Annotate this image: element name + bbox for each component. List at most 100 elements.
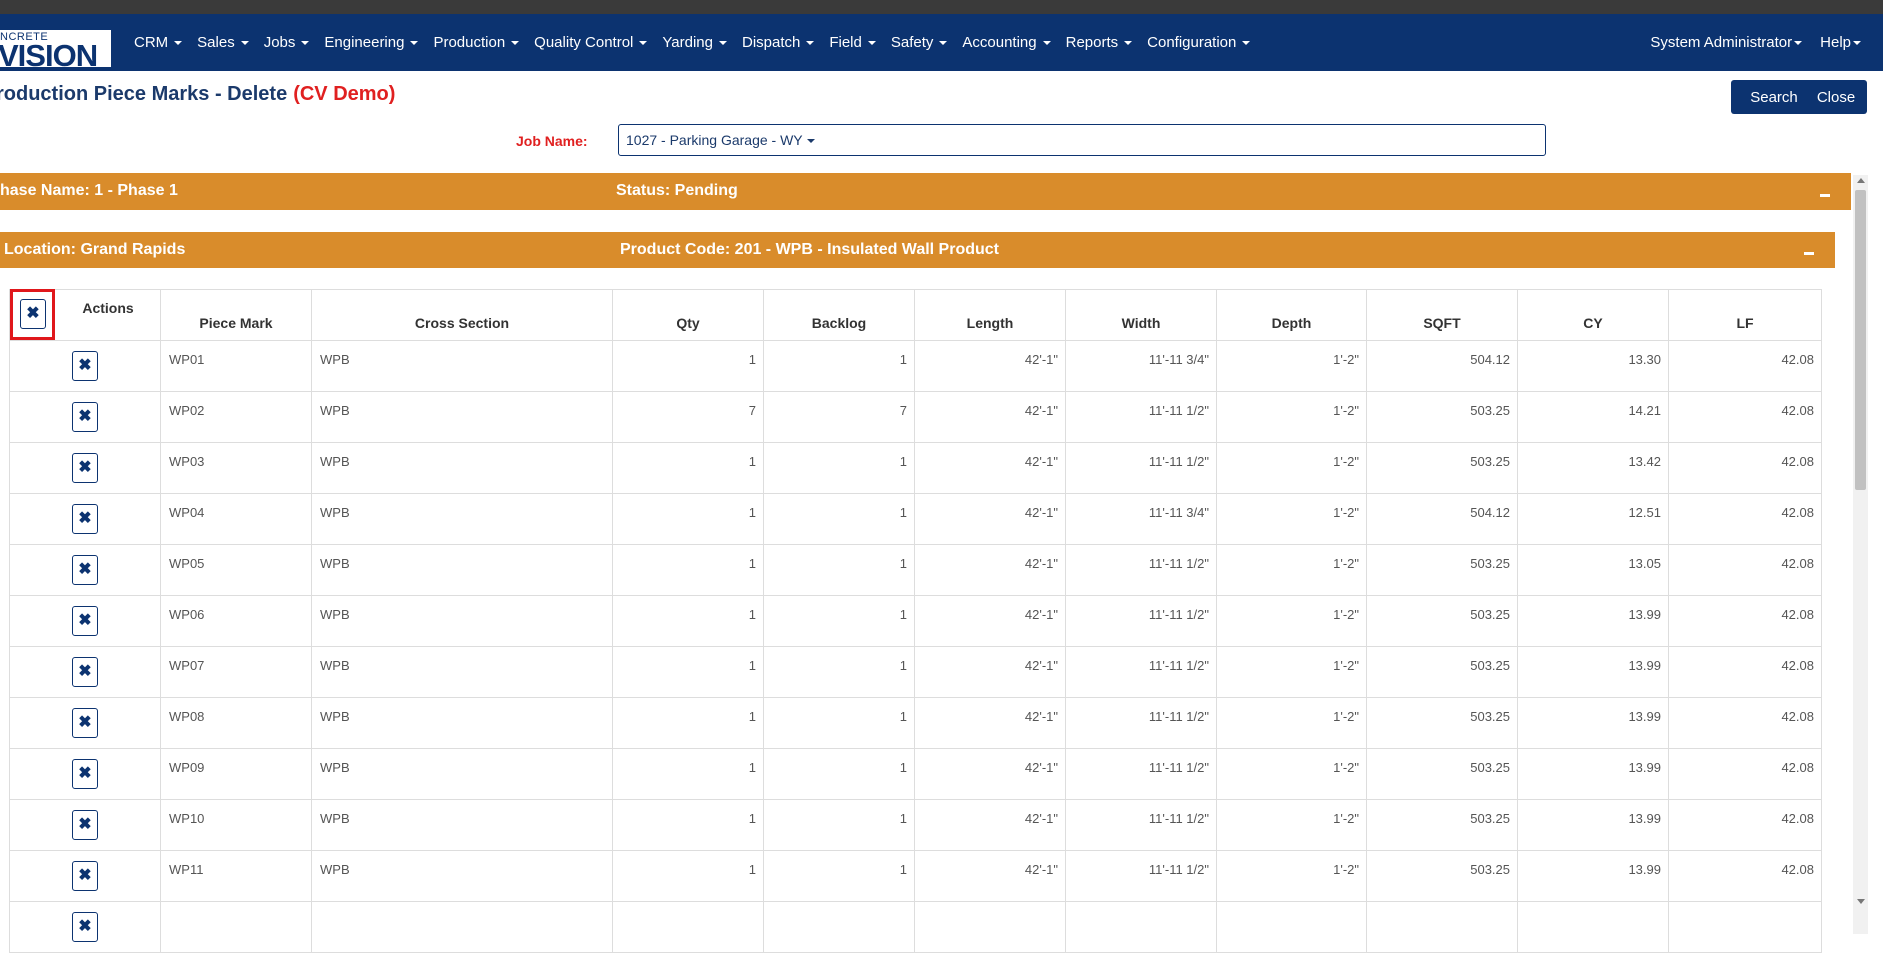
table-cell: 42.08 [1668, 493, 1822, 545]
table-cell: WP08 [160, 697, 312, 749]
table-cell: 503.25 [1366, 391, 1518, 443]
delete-row-button[interactable]: ✖ [72, 503, 98, 534]
table-cell: 1'-2" [1216, 493, 1367, 545]
delete-row-button[interactable]: ✖ [72, 554, 98, 585]
user-menu[interactable]: System Administrator [1650, 34, 1803, 51]
row-actions-cell: ✖ [9, 340, 161, 392]
location-header-bar[interactable]: Location: Grand Rapids Product Code: 201… [0, 232, 1835, 268]
concrete-vision-logo[interactable]: NCRETE VISION [0, 30, 111, 67]
table-cell: WPB [311, 595, 613, 647]
delete-all-button[interactable]: ✖ [20, 299, 46, 329]
nav-yarding[interactable]: Yarding [662, 34, 727, 51]
table-cell: 1'-2" [1216, 391, 1367, 443]
table-cell [1668, 901, 1822, 953]
table-cell: 42'-1" [914, 442, 1066, 494]
phase-header-bar[interactable]: hase Name: 1 - Phase 1 Status: Pending [0, 173, 1851, 210]
nav-engineering[interactable]: Engineering [324, 34, 419, 51]
nav-configuration[interactable]: Configuration [1147, 34, 1251, 51]
table-cell: 42'-1" [914, 799, 1066, 851]
table-cell: 1 [763, 646, 915, 698]
actions-header-label: Actions [82, 300, 134, 316]
table-cell: 1 [763, 697, 915, 749]
product-code: Product Code: 201 - WPB - Insulated Wall… [620, 241, 999, 258]
caret-down-icon [174, 41, 183, 46]
table-cell: WP09 [160, 748, 312, 800]
table-cell: 11'-11 3/4" [1065, 340, 1217, 392]
nav-jobs[interactable]: Jobs [264, 34, 310, 51]
caret-down-icon [718, 41, 727, 46]
nav-safety[interactable]: Safety [891, 34, 948, 51]
table-cell: 1 [612, 442, 764, 494]
scroll-down-arrow-icon[interactable] [1857, 899, 1865, 904]
table-cell: 1 [763, 544, 915, 596]
nav-quality-control[interactable]: Quality Control [534, 34, 648, 51]
table-cell: 13.99 [1517, 595, 1669, 647]
table-cell: 42'-1" [914, 493, 1066, 545]
caret-down-icon [511, 41, 520, 46]
table-cell: 11'-11 1/2" [1065, 646, 1217, 698]
table-row: ✖ WP02 WPB 7 7 42'-1" 11'-11 1/2" 1'-2" 503.25 14… [9, 391, 1822, 443]
table-row: ✖ WP06 WPB 1 1 42'-1" 11'-11 1/2" 1'-2" 503.25 13… [9, 595, 1822, 647]
job-name-select[interactable]: 1027 - Parking Garage - WY [618, 124, 1546, 156]
scrollbar[interactable] [1853, 175, 1868, 934]
table-cell: 42.08 [1668, 544, 1822, 596]
row-actions-cell: ✖ [9, 646, 161, 698]
table-cell [612, 901, 764, 953]
caret-down-icon [410, 41, 419, 46]
table-cell: 1 [612, 850, 764, 902]
table-cell: 13.99 [1517, 697, 1669, 749]
delete-row-button[interactable]: ✖ [72, 809, 98, 840]
table-row: ✖ WP10 WPB 1 1 42'-1" 11'-11 1/2" 1'-2" 503.25 13… [9, 799, 1822, 851]
delete-row-button[interactable]: ✖ [72, 401, 98, 432]
table-cell [1366, 901, 1518, 953]
table-cell: 503.25 [1366, 748, 1518, 800]
delete-row-button[interactable]: ✖ [72, 911, 98, 942]
table-cell: WPB [311, 442, 613, 494]
table-cell: 1 [612, 595, 764, 647]
nav-crm[interactable]: CRM [134, 34, 183, 51]
help-menu[interactable]: Help [1820, 34, 1861, 51]
nav-sales[interactable]: Sales [197, 34, 249, 51]
table-cell: 503.25 [1366, 442, 1518, 494]
delete-row-button[interactable]: ✖ [72, 860, 98, 891]
nav-accounting[interactable]: Accounting [962, 34, 1051, 51]
table-cell: 503.25 [1366, 799, 1518, 851]
table-cell: WP03 [160, 442, 312, 494]
row-actions-cell: ✖ [9, 748, 161, 800]
table-cell: 42'-1" [914, 340, 1066, 392]
table-cell [763, 901, 915, 953]
table-cell: 11'-11 1/2" [1065, 595, 1217, 647]
table-cell: 7 [763, 391, 915, 443]
table-cell: 503.25 [1366, 595, 1518, 647]
delete-row-button[interactable]: ✖ [72, 656, 98, 687]
piece-marks-table: Actions Piece Mark Cross Section Qty Bac… [9, 289, 1822, 953]
delete-row-button[interactable]: ✖ [72, 758, 98, 789]
collapse-icon[interactable] [1820, 194, 1830, 197]
job-name-value: 1027 - Parking Garage - WY [626, 132, 803, 148]
delete-row-button[interactable]: ✖ [72, 605, 98, 636]
table-row: ✖ WP09 WPB 1 1 42'-1" 11'-11 1/2" 1'-2" 503.25 13… [9, 748, 1822, 800]
caret-down-icon [806, 139, 815, 144]
collapse-icon[interactable] [1804, 252, 1814, 255]
nav-engineering-label: Engineering [324, 34, 405, 51]
caret-down-icon [1853, 41, 1861, 46]
table-cell: 11'-11 1/2" [1065, 442, 1217, 494]
close-button[interactable]: Close [1805, 80, 1867, 114]
nav-reports[interactable]: Reports [1066, 34, 1133, 51]
delete-row-button[interactable]: ✖ [72, 452, 98, 483]
nav-dispatch[interactable]: Dispatch [742, 34, 815, 51]
scrollbar-thumb[interactable] [1855, 190, 1866, 490]
nav-production[interactable]: Production [433, 34, 520, 51]
row-actions-cell: ✖ [9, 391, 161, 443]
nav-menu: CRM Sales Jobs Engineering Production Qu… [134, 14, 1265, 71]
scroll-up-arrow-icon[interactable] [1857, 178, 1865, 183]
table-cell: 1 [612, 544, 764, 596]
delete-row-button[interactable]: ✖ [72, 707, 98, 738]
delete-row-button[interactable]: ✖ [72, 350, 98, 381]
table-cell [311, 901, 613, 953]
nav-quality-control-label: Quality Control [534, 34, 634, 51]
table-cell: 11'-11 1/2" [1065, 850, 1217, 902]
table-cell: 1 [612, 340, 764, 392]
nav-field[interactable]: Field [829, 34, 876, 51]
column-header: Width [1065, 289, 1217, 341]
